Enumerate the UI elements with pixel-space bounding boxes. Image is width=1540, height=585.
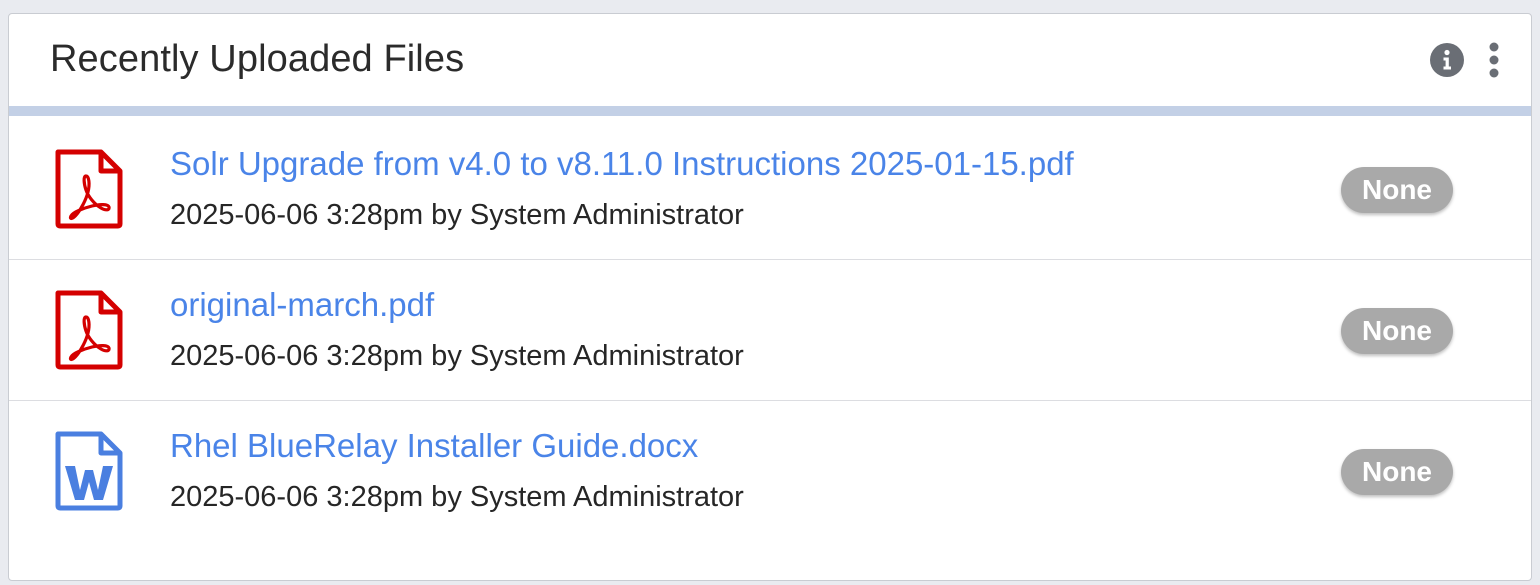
- pdf-file-icon: [53, 289, 125, 371]
- panel-header: Recently Uploaded Files: [9, 14, 1531, 116]
- file-row: original-march.pdf 2025-06-06 3:28pm by …: [9, 260, 1531, 401]
- file-meta: 2025-06-06 3:28pm by System Administrato…: [170, 340, 744, 372]
- header-tools: [1429, 42, 1501, 78]
- file-meta: 2025-06-06 3:28pm by System Administrato…: [170, 199, 744, 231]
- status-badge: None: [1341, 308, 1453, 354]
- word-file-icon: [53, 430, 125, 512]
- recent-files-panel: Recently Uploaded Files Solr Upgrade fro…: [8, 13, 1532, 581]
- pdf-file-icon: [53, 148, 125, 230]
- panel-title: Recently Uploaded Files: [50, 38, 465, 80]
- info-circle-icon[interactable]: [1429, 42, 1465, 78]
- file-row: Solr Upgrade from v4.0 to v8.11.0 Instru…: [9, 119, 1531, 260]
- file-name-link[interactable]: Solr Upgrade from v4.0 to v8.11.0 Instru…: [170, 145, 1074, 183]
- kebab-menu-icon[interactable]: [1487, 42, 1501, 78]
- status-badge: None: [1341, 167, 1453, 213]
- file-name-link[interactable]: original-march.pdf: [170, 286, 434, 324]
- status-badge: None: [1341, 449, 1453, 495]
- file-name-link[interactable]: Rhel BlueRelay Installer Guide.docx: [170, 427, 698, 465]
- file-meta: 2025-06-06 3:28pm by System Administrato…: [170, 481, 744, 513]
- file-list: Solr Upgrade from v4.0 to v8.11.0 Instru…: [9, 119, 1531, 542]
- file-row: Rhel BlueRelay Installer Guide.docx 2025…: [9, 401, 1531, 542]
